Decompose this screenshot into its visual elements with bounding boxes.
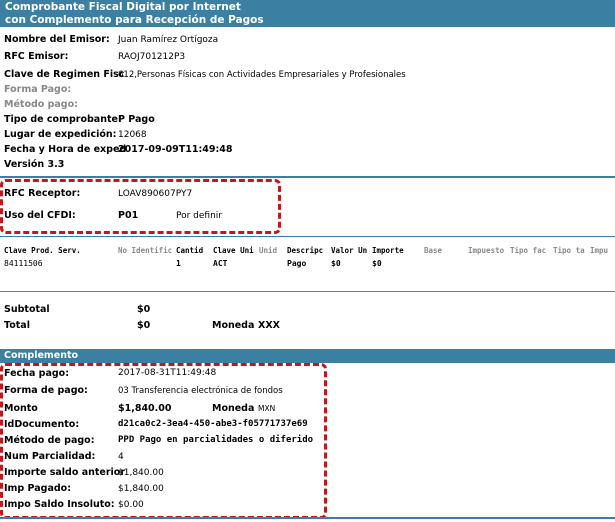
table-header-cell: Tipo fac xyxy=(510,246,547,255)
saldo-insoluto-label: Impo Saldo Insoluto: xyxy=(4,499,115,510)
imp-pagado-value: $1,840.00 xyxy=(118,484,164,494)
emisor-metodo-label: Método pago: xyxy=(4,99,78,110)
table-row-cell: Pago xyxy=(287,259,307,268)
table-header-cell: Tipo ta xyxy=(553,246,585,255)
table-header-cell: Cantid xyxy=(176,246,204,255)
table-header-cell: Impu xyxy=(590,246,609,255)
receptor-uso-code: P01 xyxy=(118,210,139,221)
num-parcialidad-label: Num Parcialidad: xyxy=(4,451,96,462)
emisor-fecha-value: 2017-09-09T11:49:48 xyxy=(118,144,233,155)
receptor-rfc-value: LOAV890607PY7 xyxy=(118,189,193,199)
header-title-line1: Comprobante Fiscal Digital por Internet xyxy=(5,1,241,13)
monto-label: Monto xyxy=(4,403,38,414)
table-header-cell: Impuesto xyxy=(468,246,505,255)
fecha-pago-value: 2017-08-31T11:49:48 xyxy=(118,368,217,378)
complemento-title: Complemento xyxy=(4,350,79,361)
emisor-forma-label: Forma Pago: xyxy=(4,84,72,95)
emisor-regimen-label: Clave de Regimen Fisc xyxy=(4,69,125,80)
saldo-anterior-label: Importe saldo anterior xyxy=(4,467,126,478)
receptor-uso-desc: Por definir xyxy=(176,211,222,221)
emisor-nombre-value: Juan Ramírez Ortígoza xyxy=(118,35,219,45)
metodo-pago-label: Método de pago: xyxy=(4,435,95,446)
table-header-cell: Base xyxy=(424,246,443,255)
forma-pago-value: 03 Transferencia electrónica de fondos xyxy=(118,386,283,396)
subtotal-label: Subtotal xyxy=(4,304,50,315)
emisor-rfc-label: RFC Emisor: xyxy=(4,51,69,62)
emisor-rfc-value: RAOJ701212P3 xyxy=(118,52,186,62)
receptor-rfc-label: RFC Receptor: xyxy=(4,188,81,199)
emisor-tipo-label: Tipo de comprobante: xyxy=(4,114,122,125)
table-header-cell: Clave Prod. Serv. xyxy=(4,246,81,255)
table-header-cell: Clave Uni xyxy=(213,246,254,255)
table-row-cell: $0 xyxy=(372,259,382,268)
emisor-nombre-label: Nombre del Emisor: xyxy=(4,34,110,45)
saldo-insoluto-value: $0.00 xyxy=(118,500,144,510)
saldo-anterior-value: $1,840.00 xyxy=(118,468,164,478)
table-row-cell: 84111506 xyxy=(4,259,43,268)
monto-value: $1,840.00 xyxy=(118,403,172,414)
document-header: Comprobante Fiscal Digital por Internet … xyxy=(0,0,615,27)
emisor-lugar-value: 12068 xyxy=(118,130,147,140)
num-parcialidad-value: 4 xyxy=(118,452,124,462)
metodo-pago-value: PPD Pago en parcialidades o diferido xyxy=(118,435,314,445)
emisor-tipo-value: P Pago xyxy=(118,114,155,125)
fecha-pago-label: Fecha pago: xyxy=(4,368,69,379)
table-header-cell: Importe xyxy=(372,246,404,255)
section-divider xyxy=(0,291,615,292)
table-row-cell: $0 xyxy=(331,259,341,268)
moneda-value: XXX xyxy=(258,320,280,331)
emisor-lugar-label: Lugar de expedición: xyxy=(4,129,117,140)
total-label: Total xyxy=(4,320,30,331)
section-divider xyxy=(0,236,615,237)
monto-moneda-value: MXN xyxy=(258,404,276,413)
cfdi-version: Versión 3.3 xyxy=(4,159,65,170)
header-title-line2: con Complemento para Recepción de Pagos xyxy=(5,14,264,26)
table-header-cell: Unid xyxy=(259,246,278,255)
receptor-uso-label: Uso del CFDI: xyxy=(4,210,76,221)
emisor-fecha-label: Fecha y Hora de exped xyxy=(4,144,127,155)
imp-pagado-label: Imp Pagado: xyxy=(4,483,71,494)
section-divider xyxy=(0,176,615,178)
moneda-label: Moneda xyxy=(212,320,255,331)
section-divider xyxy=(0,517,615,519)
table-header-cell: Descripc xyxy=(287,246,324,255)
iddocumento-value: d21ca0c2-3ea4-450-abe3-f05771737e69 xyxy=(118,419,308,429)
table-header-cell: Valor Un xyxy=(331,246,368,255)
table-row-cell: ACT xyxy=(213,259,228,268)
iddocumento-label: IdDocumento: xyxy=(4,419,80,430)
table-header-cell: No Identific xyxy=(118,246,173,255)
forma-pago-label: Forma de pago: xyxy=(4,385,88,396)
complemento-header: Complemento xyxy=(0,349,615,363)
table-row-cell: 1 xyxy=(176,259,181,268)
subtotal-value: $0 xyxy=(137,304,151,315)
monto-moneda-label: Moneda xyxy=(212,403,255,414)
total-value: $0 xyxy=(137,320,151,331)
emisor-regimen-value: 612,Personas Físicas con Actividades Emp… xyxy=(118,70,406,80)
